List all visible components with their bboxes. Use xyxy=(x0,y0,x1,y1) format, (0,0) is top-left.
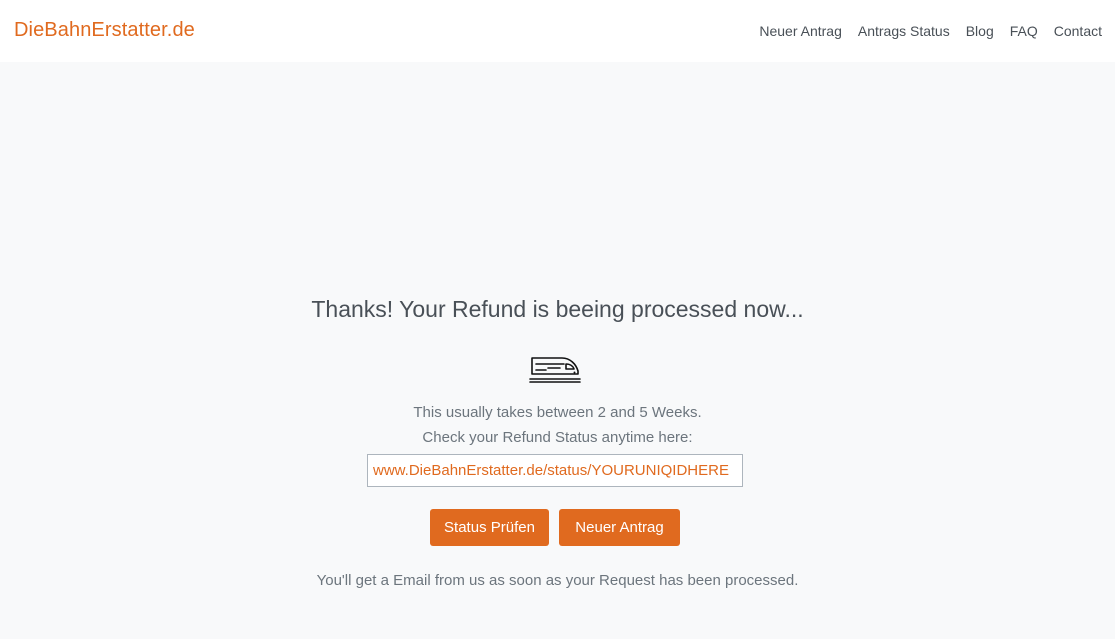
navbar: DieBahnErstatter.de Neuer Antrag Antrags… xyxy=(0,0,1115,62)
nav-item-contact[interactable]: Contact xyxy=(1054,23,1102,39)
nav-item-neuer-antrag[interactable]: Neuer Antrag xyxy=(759,23,842,39)
info-duration: This usually takes between 2 and 5 Weeks… xyxy=(413,404,702,421)
status-url-field[interactable] xyxy=(367,454,743,487)
nav-item-faq[interactable]: FAQ xyxy=(1010,23,1038,39)
nav-item-antrags-status[interactable]: Antrags Status xyxy=(858,23,950,39)
page-title: Thanks! Your Refund is beeing processed … xyxy=(311,296,804,322)
status-check-button[interactable]: Status Prüfen xyxy=(430,509,549,546)
main-content: Thanks! Your Refund is beeing processed … xyxy=(0,62,1115,639)
train-icon xyxy=(529,357,581,383)
info-check-status: Check your Refund Status anytime here: xyxy=(422,429,693,446)
nav-links: Neuer Antrag Antrags Status Blog FAQ Con… xyxy=(743,23,1102,39)
brand-logo-link[interactable]: DieBahnErstatter.de xyxy=(14,19,195,42)
email-notice: You'll get a Email from us as soon as yo… xyxy=(316,572,799,589)
new-request-button[interactable]: Neuer Antrag xyxy=(559,509,680,546)
nav-item-blog[interactable]: Blog xyxy=(966,23,994,39)
